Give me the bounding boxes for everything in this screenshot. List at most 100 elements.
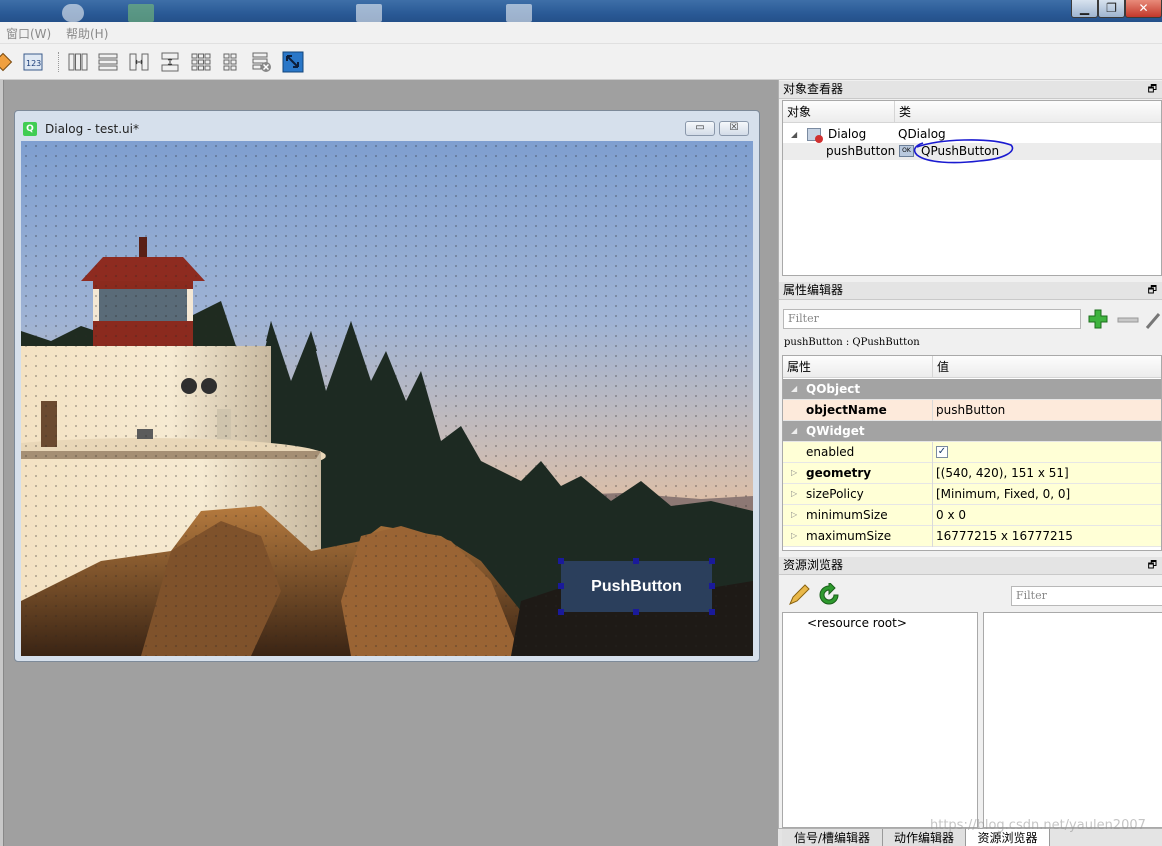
layout-form-button[interactable] bbox=[219, 50, 243, 74]
expand-arrow-icon[interactable]: ▷ bbox=[791, 526, 797, 546]
property-name: QObject bbox=[806, 382, 861, 396]
enabled-checkbox[interactable]: ✓ bbox=[936, 446, 948, 458]
resource-list[interactable] bbox=[983, 612, 1162, 828]
column-header-object[interactable]: 对象 bbox=[783, 101, 895, 123]
tree-object-name: pushButton bbox=[826, 144, 896, 158]
add-property-icon[interactable] bbox=[1087, 308, 1109, 330]
property-row[interactable]: enabled ✓ bbox=[783, 442, 1161, 463]
resource-browser-title: 资源浏览器 🗗 bbox=[779, 557, 1162, 575]
float-icon[interactable]: 🗗 bbox=[1148, 285, 1157, 296]
remove-property-icon[interactable] bbox=[1117, 316, 1139, 324]
taskbar-ghost-icon bbox=[62, 4, 84, 22]
property-value[interactable]: [(540, 420), 151 x 51] bbox=[936, 463, 1069, 483]
layout-grid-icon bbox=[191, 53, 211, 71]
filter-placeholder: Filter bbox=[1016, 589, 1047, 602]
layout-horizontal-button[interactable] bbox=[66, 50, 90, 74]
property-table[interactable]: 属性 值 ◢ QObject objectName pushButton ◢ Q… bbox=[782, 355, 1162, 551]
adjust-size-button[interactable] bbox=[281, 50, 305, 74]
property-group-qwidget[interactable]: ◢ QWidget bbox=[783, 421, 1161, 442]
property-row[interactable]: ▷ minimumSize 0 x 0 bbox=[783, 505, 1161, 526]
layout-h-splitter-button[interactable] bbox=[127, 50, 151, 74]
property-name: maximumSize bbox=[806, 529, 892, 543]
property-row[interactable]: ▷ maximumSize 16777215 x 16777215 bbox=[783, 526, 1161, 547]
push-button-label: PushButton bbox=[591, 577, 682, 595]
dialog-close-button[interactable]: ☒ bbox=[719, 121, 749, 136]
column-header-class[interactable]: 类 bbox=[895, 101, 1161, 123]
resource-browser-title-text: 资源浏览器 bbox=[783, 558, 844, 572]
toolbar-separator bbox=[58, 52, 60, 72]
float-icon[interactable]: 🗗 bbox=[1148, 560, 1157, 571]
property-row[interactable]: ▷ sizePolicy [Minimum, Fixed, 0, 0] bbox=[783, 484, 1161, 505]
property-filter-input[interactable]: Filter bbox=[783, 309, 1081, 329]
menu-help[interactable]: 帮助(H) bbox=[66, 25, 108, 42]
expand-arrow-icon[interactable]: ▷ bbox=[791, 463, 797, 483]
handdrawn-circle-annotation bbox=[913, 139, 1014, 164]
object-inspector-title-text: 对象查看器 bbox=[783, 82, 844, 96]
dialog-minimize-button[interactable]: ▭ bbox=[685, 121, 715, 136]
expand-arrow-icon[interactable]: ◢ bbox=[791, 126, 797, 143]
dialog-title: Dialog - test.ui* bbox=[45, 122, 139, 136]
property-name: QWidget bbox=[806, 424, 865, 438]
property-row[interactable]: objectName pushButton bbox=[783, 400, 1161, 421]
layout-form-icon bbox=[223, 53, 237, 71]
dialog-form-window[interactable]: Q Dialog - test.ui* ▭ ☒ PushButton bbox=[14, 110, 760, 662]
layout-vertical-button[interactable] bbox=[96, 50, 120, 74]
configure-wrench-icon[interactable] bbox=[1145, 310, 1162, 330]
expand-arrow-icon[interactable]: ▷ bbox=[791, 505, 797, 525]
property-value[interactable]: 0 x 0 bbox=[936, 505, 966, 525]
selection-handle[interactable] bbox=[558, 583, 564, 589]
toolbar: 123 bbox=[0, 44, 1162, 80]
collapse-arrow-icon[interactable]: ◢ bbox=[791, 421, 797, 441]
selection-handle[interactable] bbox=[558, 609, 564, 615]
resource-root-item[interactable]: <resource root> bbox=[807, 616, 907, 630]
push-button[interactable]: PushButton bbox=[561, 561, 712, 612]
tab-order-button[interactable] bbox=[0, 50, 18, 74]
layout-vertical-splitter-icon bbox=[161, 52, 179, 72]
menu-window[interactable]: 窗口(W) bbox=[6, 25, 51, 42]
column-header-value[interactable]: 值 bbox=[933, 356, 1161, 378]
taskbar-ghost-icon bbox=[128, 4, 154, 22]
expand-arrow-icon[interactable]: ▷ bbox=[791, 484, 797, 504]
selection-handle[interactable] bbox=[558, 558, 564, 564]
column-header-property[interactable]: 属性 bbox=[783, 356, 933, 378]
property-group-qobject[interactable]: ◢ QObject bbox=[783, 379, 1161, 400]
property-editor-title-text: 属性编辑器 bbox=[783, 283, 844, 297]
float-icon[interactable]: 🗗 bbox=[1148, 84, 1157, 95]
tree-row-pushbutton[interactable]: pushButton OK QPushButton bbox=[783, 139, 1161, 164]
selection-handle[interactable] bbox=[709, 583, 715, 589]
property-name: minimumSize bbox=[806, 508, 888, 522]
close-icon: ☒ bbox=[729, 122, 739, 133]
close-button[interactable]: ✕ bbox=[1125, 0, 1162, 18]
tab-signal-slot-editor[interactable]: 信号/槽编辑器 bbox=[782, 829, 883, 846]
property-value[interactable]: 16777215 x 16777215 bbox=[936, 526, 1073, 546]
minimize-button[interactable]: ▁ bbox=[1071, 0, 1098, 18]
qt-designer-icon: Q bbox=[23, 122, 37, 136]
break-layout-button[interactable] bbox=[250, 50, 274, 74]
object-inspector-tree[interactable]: 对象 类 ◢ Dialog QDialog pushButton OK QPus… bbox=[782, 100, 1162, 276]
close-icon: ✕ bbox=[1138, 1, 1149, 15]
property-value[interactable]: pushButton bbox=[936, 400, 1005, 420]
property-row[interactable]: ▷ geometry [(540, 420), 151 x 51] bbox=[783, 463, 1161, 484]
form-canvas[interactable]: PushButton bbox=[21, 141, 753, 656]
selection-handle[interactable] bbox=[709, 609, 715, 615]
selection-handle[interactable] bbox=[633, 609, 639, 615]
selection-handle[interactable] bbox=[709, 558, 715, 564]
edit-resources-pencil-icon[interactable] bbox=[787, 583, 811, 607]
layout-horizontal-icon bbox=[68, 53, 88, 71]
reload-icon[interactable] bbox=[817, 583, 841, 607]
break-layout-icon bbox=[252, 52, 271, 72]
layout-grid-button[interactable] bbox=[189, 50, 213, 74]
resource-tree[interactable]: <resource root> bbox=[782, 612, 978, 828]
layout-horizontal-splitter-icon bbox=[129, 53, 149, 71]
property-value[interactable]: [Minimum, Fixed, 0, 0] bbox=[936, 484, 1070, 504]
buddy-button[interactable]: 123 bbox=[22, 50, 46, 74]
taskbar-ghost-icon bbox=[356, 4, 382, 22]
window-titlebar: ▁ ❐ ✕ bbox=[0, 0, 1162, 22]
restore-button[interactable]: ❐ bbox=[1098, 0, 1125, 18]
property-name: geometry bbox=[806, 466, 872, 480]
collapse-arrow-icon[interactable]: ◢ bbox=[791, 379, 797, 399]
selection-handle[interactable] bbox=[633, 558, 639, 564]
layout-v-splitter-button[interactable] bbox=[158, 50, 182, 74]
resource-filter-input[interactable]: Filter bbox=[1011, 586, 1162, 606]
watermark-text: https://blog.csdn.net/yaulen2007 bbox=[930, 818, 1146, 833]
